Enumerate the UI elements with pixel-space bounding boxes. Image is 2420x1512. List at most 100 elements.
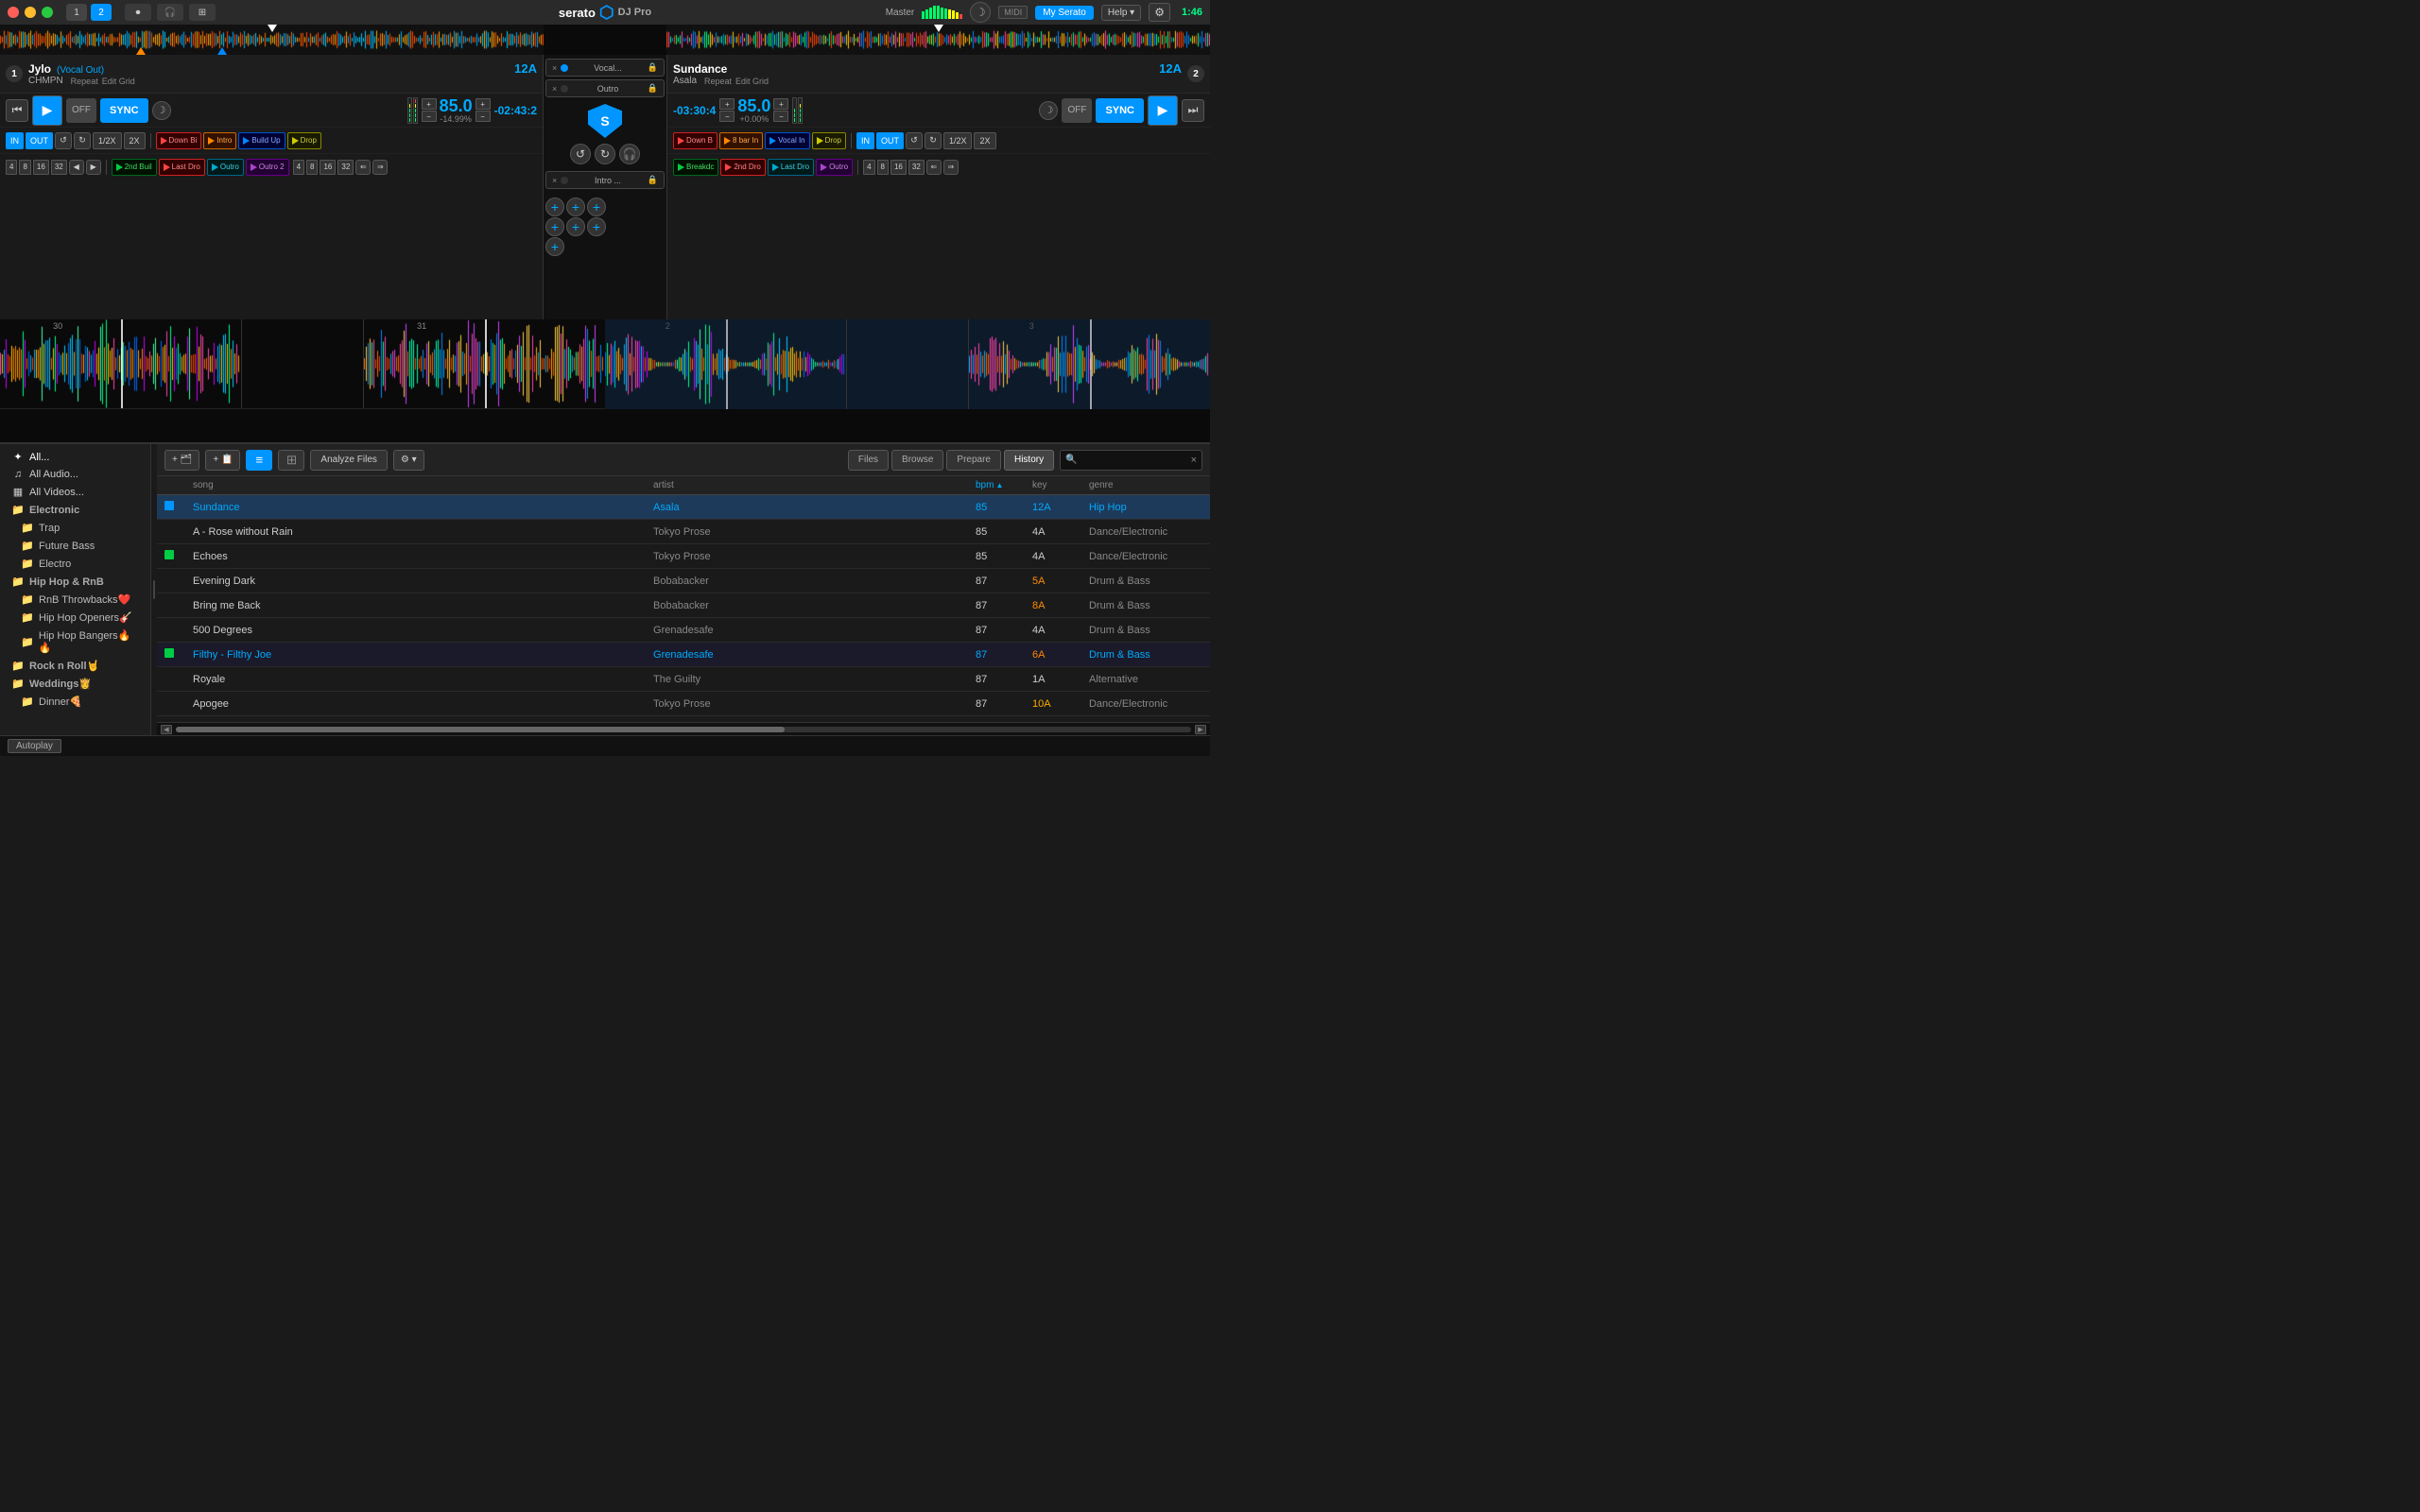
overview-right[interactable] [666, 25, 1210, 55]
browse-tab[interactable]: Browse [891, 450, 943, 471]
deck-left-loop-next[interactable]: ▶ [86, 160, 101, 175]
deck-right-shift-left[interactable]: ⇐ [926, 160, 942, 175]
deck-right-off[interactable]: OFF [1062, 98, 1092, 123]
deck-left-cue-2ndbuild[interactable]: 2nd Buil [112, 159, 157, 176]
sidebar-item-hiphop[interactable]: 📁 Hip Hop & RnB [0, 573, 150, 591]
overview-left[interactable] [0, 25, 544, 55]
sidebar-item-electronic[interactable]: 📁 Electronic [0, 501, 150, 519]
sidebar-item-rocknroll[interactable]: 📁 Rock n Roll🤘 [0, 657, 150, 675]
deck-left-loop2-4[interactable]: 4 [293, 160, 304, 175]
col-header-genre[interactable]: genre [1089, 480, 1202, 490]
deck-left-pitch-up[interactable]: + [422, 98, 437, 110]
deck-left-sync[interactable]: SYNC [100, 98, 148, 123]
deck-left-loop-4[interactable]: 4 [6, 160, 17, 175]
scroll-right-btn[interactable]: ▶ [1195, 725, 1206, 734]
waveform-top-left[interactable]: 30 [0, 319, 241, 408]
waveform-top-right[interactable]: 31 [364, 319, 605, 408]
fx-lock-2[interactable]: 🔒 [648, 83, 658, 94]
deck-right-cue-breakdc[interactable]: Breakdc [673, 159, 718, 176]
sidebar-item-dinner[interactable]: 📁 Dinner🍕 [0, 693, 150, 711]
deck-right-pitch-down[interactable]: − [719, 111, 735, 122]
add-loop-7-btn[interactable]: + [545, 237, 564, 256]
deck-left-play[interactable]: ▶ [32, 95, 62, 126]
deck-right-play[interactable]: ▶ [1148, 95, 1178, 126]
deck-right-double-loop[interactable]: 2X [974, 132, 995, 149]
add-loop-2-btn[interactable]: + [566, 198, 585, 216]
scroll-thumb[interactable] [176, 727, 785, 732]
deck-right-cue-drop[interactable]: Drop [812, 132, 846, 149]
sidebar-item-weddings[interactable]: 📁 Weddings👸 [0, 675, 150, 693]
deck-left-loop-16[interactable]: 16 [33, 160, 49, 175]
deck-left-loop2-16[interactable]: 16 [320, 160, 336, 175]
deck-left-loop-8[interactable]: 8 [19, 160, 30, 175]
table-row[interactable]: 500 Degrees Grenadesafe 87 4A Drum & Bas… [157, 618, 1210, 643]
col-header-key[interactable]: key [1032, 480, 1089, 490]
deck-left-shift-left[interactable]: ⇐ [355, 160, 371, 175]
add-loop-6-btn[interactable]: + [587, 217, 606, 236]
deck-right-pitch-up[interactable]: + [719, 98, 735, 110]
deck-left-out-btn[interactable]: OUT [26, 132, 53, 149]
deck-right-cue-outro[interactable]: Outro [816, 159, 853, 176]
col-header-indicator[interactable] [164, 480, 193, 490]
fx-lock-1[interactable]: 🔒 [648, 62, 658, 73]
deck-right-loop-sync-btn[interactable]: ↻ [925, 132, 942, 149]
recording-icon[interactable]: ⏺ [125, 4, 151, 21]
deck-tab-1[interactable]: 1 [66, 4, 87, 21]
help-button[interactable]: Help ▾ [1101, 5, 1141, 21]
analyze-files-button[interactable]: Analyze Files [310, 450, 387, 471]
deck-right-out-btn[interactable]: OUT [876, 132, 904, 149]
deck-right-cue-vocalin[interactable]: Vocal In [765, 132, 809, 149]
sidebar-item-all[interactable]: ✦ All... [0, 448, 150, 466]
grid-view-button[interactable]: ⊞ [278, 450, 304, 471]
deck-right-cue-2ndrop[interactable]: 2nd Dro [720, 159, 765, 176]
close-button[interactable] [8, 7, 19, 18]
col-header-bpm[interactable]: bpm ▲ [976, 480, 1032, 490]
deck-right-shift-right[interactable]: ⇒ [943, 160, 959, 175]
deck-left-cue-down[interactable]: Down Bi [156, 132, 202, 149]
deck-left-cue-outro[interactable]: Outro [207, 159, 244, 176]
sidebar-item-hipopeners[interactable]: 📁 Hip Hop Openers🎸 [0, 609, 150, 627]
add-crate-button[interactable]: + 🗂 [164, 450, 199, 471]
deck-tab-2[interactable]: 2 [91, 4, 112, 21]
deck-right-cue-down[interactable]: Down B [673, 132, 717, 149]
table-row[interactable]: A - Rose without Rain Tokyo Prose 85 4A … [157, 520, 1210, 544]
deck-right-repeat-btn[interactable]: Repeat [704, 77, 732, 86]
fx-close-2[interactable]: × [552, 84, 557, 94]
sidebar-item-electro[interactable]: 📁 Electro [0, 555, 150, 573]
deck-left-cue-outro2[interactable]: Outro 2 [246, 159, 289, 176]
deck-left-loop2-32[interactable]: 32 [337, 160, 354, 175]
sidebar-item-trap[interactable]: 📁 Trap [0, 519, 150, 537]
deck-left-cue-intro[interactable]: Intro [203, 132, 236, 149]
midi-button[interactable]: MIDI [998, 6, 1028, 19]
deck-right-half-loop[interactable]: 1/2X [943, 132, 973, 149]
deck-right-in-btn[interactable]: IN [856, 132, 874, 149]
table-row[interactable]: Evening Dark Bobabacker 87 5A Drum & Bas… [157, 569, 1210, 593]
files-tab[interactable]: Files [848, 450, 889, 471]
deck-right-loop2-8[interactable]: 8 [877, 160, 889, 175]
deck-right-tempo-nudge[interactable]: ☽ [1039, 101, 1058, 120]
table-row[interactable]: Filthy - Filthy Joe Grenadesafe 87 6A Dr… [157, 643, 1210, 667]
col-header-artist[interactable]: artist [653, 480, 976, 490]
deck-left-half-loop[interactable]: 1/2X [93, 132, 122, 149]
fx-lock-3[interactable]: 🔒 [648, 175, 658, 185]
search-input[interactable] [1078, 455, 1191, 465]
deck-right-cue-lastdro[interactable]: Last Dro [768, 159, 814, 176]
deck-left-in-btn[interactable]: IN [6, 132, 24, 149]
add-playlist-button[interactable]: + 📋 [205, 450, 240, 471]
deck-right-loop2-16[interactable]: 16 [890, 160, 907, 175]
history-tab[interactable]: History [1004, 450, 1054, 471]
add-loop-3-btn[interactable]: + [587, 198, 606, 216]
deck-right-edit-grid-btn[interactable]: Edit Grid [735, 77, 769, 86]
sync-icon-btn[interactable]: ↻ [595, 144, 615, 164]
deck-right-skip-end[interactable]: ⏭ [1182, 99, 1204, 122]
autoplay-button[interactable]: Autoplay [8, 739, 61, 753]
maximize-button[interactable] [42, 7, 53, 18]
settings-button[interactable]: ⚙ [1149, 3, 1170, 22]
add-loop-4-btn[interactable]: + [545, 217, 564, 236]
headphone-routing-icon[interactable]: 🎧 [157, 4, 183, 21]
add-loop-5-btn[interactable]: + [566, 217, 585, 236]
deck-left-tempo-nudge[interactable]: ☽ [152, 101, 171, 120]
prepare-tab[interactable]: Prepare [946, 450, 1001, 471]
deck-left-pitch-down[interactable]: − [422, 111, 437, 122]
deck-left-double-loop[interactable]: 2X [124, 132, 146, 149]
